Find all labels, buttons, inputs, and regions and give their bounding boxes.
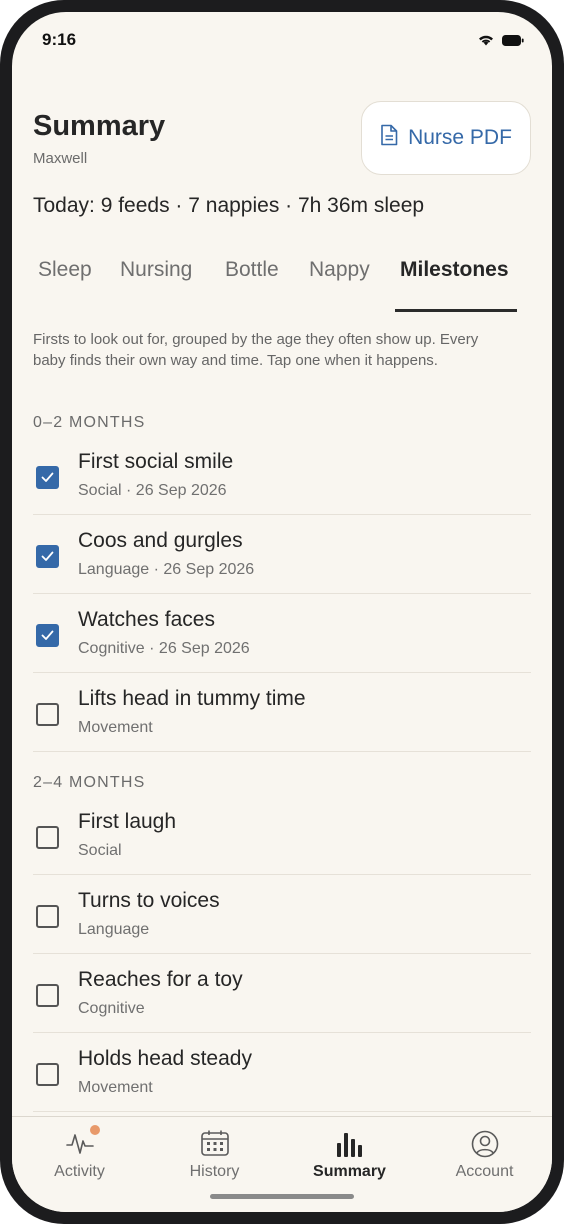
checkbox-checked[interactable]: [36, 466, 59, 489]
section-heading-0-2-months: 0–2 MONTHS: [33, 414, 146, 431]
milestone-meta: Cognitive: [78, 1000, 145, 1017]
milestone-item[interactable]: First laugh Social: [33, 796, 531, 875]
milestone-title: Holds head steady: [78, 1047, 252, 1070]
milestone-item[interactable]: Watches faces Cognitive · 26 Sep 2026: [33, 594, 531, 673]
milestone-title: Lifts head in tummy time: [78, 687, 306, 710]
milestone-item[interactable]: First social smile Social · 26 Sep 2026: [33, 436, 531, 515]
checkbox-unchecked[interactable]: [36, 703, 59, 726]
tab-bottle[interactable]: Bottle: [225, 258, 279, 312]
tab-nappy[interactable]: Nappy: [309, 258, 370, 312]
milestone-meta: Movement: [78, 719, 153, 736]
status-icons: [478, 34, 524, 46]
milestone-meta: Language: [78, 921, 150, 938]
checkbox-unchecked[interactable]: [36, 905, 59, 928]
account-icon: [470, 1129, 500, 1164]
nav-account[interactable]: Account: [417, 1117, 552, 1197]
device-frame: 9:16 Summary Maxwell Nurse PDF Today: 9 …: [0, 0, 564, 1224]
status-time: 9:16: [42, 30, 77, 49]
section-heading-2-4-months: 2–4 MONTHS: [33, 774, 146, 791]
tab-milestones[interactable]: Milestones: [400, 258, 509, 312]
tab-nursing[interactable]: Nursing: [120, 258, 192, 312]
checkmark-icon: [41, 472, 54, 482]
checkbox-unchecked[interactable]: [36, 984, 59, 1007]
bar-chart-icon: [335, 1129, 365, 1164]
page-subtitle: Maxwell: [33, 150, 88, 167]
milestone-item[interactable]: Turns to voices Language: [33, 875, 531, 954]
nurse-pdf-button[interactable]: Nurse PDF: [361, 101, 531, 175]
today-summary: Today: 9 feeds · 7 nappies · 7h 36m slee…: [33, 194, 425, 217]
checkbox-unchecked[interactable]: [36, 826, 59, 849]
home-indicator: [210, 1194, 354, 1199]
nav-label: Summary: [313, 1163, 386, 1180]
active-tab-underline: [395, 309, 517, 312]
checkbox-unchecked[interactable]: [36, 1063, 59, 1086]
screen: 9:16 Summary Maxwell Nurse PDF Today: 9 …: [12, 12, 552, 1212]
nav-label: Activity: [54, 1163, 105, 1180]
checkmark-icon: [41, 630, 54, 640]
milestones-intro: Firsts to look out for, grouped by the a…: [33, 331, 479, 369]
milestone-meta: Cognitive · 26 Sep 2026: [78, 640, 250, 657]
milestone-item[interactable]: Lifts head in tummy time Movement: [33, 673, 531, 752]
notification-dot: [90, 1125, 100, 1135]
calendar-icon: [200, 1129, 230, 1162]
tab-sleep[interactable]: Sleep: [38, 258, 92, 312]
milestone-title: Watches faces: [78, 608, 215, 631]
milestone-meta: Movement: [78, 1079, 153, 1096]
summary-tabs: Sleep Nursing Bottle Nappy Milestones: [24, 258, 540, 312]
milestone-meta: Social: [78, 842, 122, 859]
milestone-title: Reaches for a toy: [78, 968, 243, 991]
milestone-item[interactable]: Coos and gurgles Language · 26 Sep 2026: [33, 515, 531, 594]
nav-activity[interactable]: Activity: [12, 1117, 147, 1197]
nav-label: History: [189, 1163, 240, 1180]
milestone-meta: Language · 26 Sep 2026: [78, 561, 255, 578]
milestone-item[interactable]: Holds head steady Movement: [33, 1033, 531, 1112]
nurse-pdf-label: Nurse PDF: [408, 126, 512, 149]
milestone-title: First laugh: [78, 810, 177, 833]
milestone-meta: Social · 26 Sep 2026: [78, 482, 227, 499]
milestone-title: Coos and gurgles: [78, 529, 243, 552]
nav-summary[interactable]: Summary: [282, 1117, 417, 1197]
nav-history[interactable]: History: [147, 1117, 282, 1197]
checkbox-checked[interactable]: [36, 624, 59, 647]
milestone-item[interactable]: Reaches for a toy Cognitive: [33, 954, 531, 1033]
page-title: Summary: [33, 110, 166, 142]
milestone-title: First social smile: [78, 450, 234, 473]
nav-label: Account: [455, 1163, 514, 1180]
checkbox-checked[interactable]: [36, 545, 59, 568]
battery-icon: [502, 34, 524, 46]
activity-icon: [65, 1129, 95, 1162]
checkmark-icon: [41, 551, 54, 561]
document-icon: [380, 124, 398, 152]
wifi-icon: [478, 34, 494, 46]
milestone-title: Turns to voices: [78, 889, 220, 912]
